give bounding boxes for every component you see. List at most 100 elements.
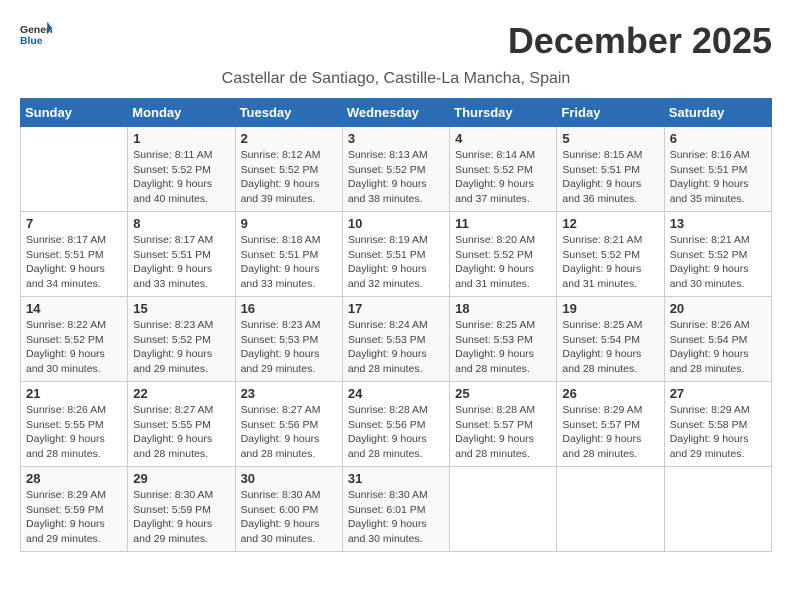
cell-info: Sunrise: 8:16 AM Sunset: 5:51 PM Dayligh…	[670, 148, 766, 207]
day-number: 11	[455, 216, 551, 231]
cell-info: Sunrise: 8:26 AM Sunset: 5:55 PM Dayligh…	[26, 403, 122, 462]
day-number: 6	[670, 131, 766, 146]
day-number: 15	[133, 301, 229, 316]
calendar-cell	[450, 467, 557, 552]
calendar-cell: 5 Sunrise: 8:15 AM Sunset: 5:51 PM Daylig…	[557, 127, 664, 212]
day-number: 27	[670, 386, 766, 401]
svg-text:Blue: Blue	[20, 36, 43, 47]
cell-info: Sunrise: 8:11 AM Sunset: 5:52 PM Dayligh…	[133, 148, 229, 207]
day-number: 2	[241, 131, 337, 146]
weekday-header-friday: Friday	[557, 99, 664, 127]
day-number: 4	[455, 131, 551, 146]
calendar-cell: 2 Sunrise: 8:12 AM Sunset: 5:52 PM Daylig…	[235, 127, 342, 212]
day-number: 8	[133, 216, 229, 231]
day-number: 31	[348, 471, 444, 486]
cell-info: Sunrise: 8:13 AM Sunset: 5:52 PM Dayligh…	[348, 148, 444, 207]
day-number: 12	[562, 216, 658, 231]
cell-info: Sunrise: 8:20 AM Sunset: 5:52 PM Dayligh…	[455, 233, 551, 292]
calendar-cell: 13 Sunrise: 8:21 AM Sunset: 5:52 PM Dayli…	[664, 212, 771, 297]
cell-info: Sunrise: 8:17 AM Sunset: 5:51 PM Dayligh…	[26, 233, 122, 292]
cell-info: Sunrise: 8:25 AM Sunset: 5:53 PM Dayligh…	[455, 318, 551, 377]
cell-info: Sunrise: 8:27 AM Sunset: 5:56 PM Dayligh…	[241, 403, 337, 462]
cell-info: Sunrise: 8:29 AM Sunset: 5:57 PM Dayligh…	[562, 403, 658, 462]
cell-info: Sunrise: 8:30 AM Sunset: 5:59 PM Dayligh…	[133, 488, 229, 547]
cell-info: Sunrise: 8:15 AM Sunset: 5:51 PM Dayligh…	[562, 148, 658, 207]
month-title: December 2025	[508, 20, 772, 62]
cell-info: Sunrise: 8:21 AM Sunset: 5:52 PM Dayligh…	[562, 233, 658, 292]
day-number: 26	[562, 386, 658, 401]
cell-info: Sunrise: 8:23 AM Sunset: 5:53 PM Dayligh…	[241, 318, 337, 377]
cell-info: Sunrise: 8:28 AM Sunset: 5:56 PM Dayligh…	[348, 403, 444, 462]
cell-info: Sunrise: 8:24 AM Sunset: 5:53 PM Dayligh…	[348, 318, 444, 377]
day-number: 20	[670, 301, 766, 316]
day-number: 5	[562, 131, 658, 146]
calendar-cell: 16 Sunrise: 8:23 AM Sunset: 5:53 PM Dayli…	[235, 297, 342, 382]
general-blue-logo-icon: General Blue	[20, 20, 52, 48]
logo: General Blue	[20, 20, 56, 48]
day-number: 18	[455, 301, 551, 316]
day-number: 17	[348, 301, 444, 316]
day-number: 29	[133, 471, 229, 486]
calendar-cell: 19Sunrise: 8:25 AM Sunset: 5:54 PM Dayli…	[557, 297, 664, 382]
weekday-header-thursday: Thursday	[450, 99, 557, 127]
cell-info: Sunrise: 8:25 AM Sunset: 5:54 PM Dayligh…	[562, 318, 658, 377]
weekday-header-monday: Monday	[128, 99, 235, 127]
day-number: 9	[241, 216, 337, 231]
day-number: 7	[26, 216, 122, 231]
weekday-header-sunday: Sunday	[21, 99, 128, 127]
cell-info: Sunrise: 8:18 AM Sunset: 5:51 PM Dayligh…	[241, 233, 337, 292]
cell-info: Sunrise: 8:23 AM Sunset: 5:52 PM Dayligh…	[133, 318, 229, 377]
weekday-header-tuesday: Tuesday	[235, 99, 342, 127]
day-number: 24	[348, 386, 444, 401]
cell-info: Sunrise: 8:27 AM Sunset: 5:55 PM Dayligh…	[133, 403, 229, 462]
day-number: 14	[26, 301, 122, 316]
calendar-cell: 12 Sunrise: 8:21 AM Sunset: 5:52 PM Dayli…	[557, 212, 664, 297]
cell-info: Sunrise: 8:29 AM Sunset: 5:59 PM Dayligh…	[26, 488, 122, 547]
cell-info: Sunrise: 8:12 AM Sunset: 5:52 PM Dayligh…	[241, 148, 337, 207]
calendar-cell: 9 Sunrise: 8:18 AM Sunset: 5:51 PM Daylig…	[235, 212, 342, 297]
day-number: 1	[133, 131, 229, 146]
day-number: 28	[26, 471, 122, 486]
day-number: 23	[241, 386, 337, 401]
calendar-cell: 8 Sunrise: 8:17 AM Sunset: 5:51 PM Daylig…	[128, 212, 235, 297]
day-number: 16	[241, 301, 337, 316]
cell-info: Sunrise: 8:30 AM Sunset: 6:01 PM Dayligh…	[348, 488, 444, 547]
location-title: Castellar de Santiago, Castille-La Manch…	[20, 70, 772, 88]
calendar-cell: 1 Sunrise: 8:11 AM Sunset: 5:52 PM Daylig…	[128, 127, 235, 212]
calendar-cell: 4 Sunrise: 8:14 AM Sunset: 5:52 PM Daylig…	[450, 127, 557, 212]
day-number: 13	[670, 216, 766, 231]
calendar-cell: 14 Sunrise: 8:22 AM Sunset: 5:52 PM Dayli…	[21, 297, 128, 382]
calendar-cell: 6 Sunrise: 8:16 AM Sunset: 5:51 PM Daylig…	[664, 127, 771, 212]
calendar-cell: 11 Sunrise: 8:20 AM Sunset: 5:52 PM Dayli…	[450, 212, 557, 297]
weekday-header-saturday: Saturday	[664, 99, 771, 127]
calendar-cell: 25Sunrise: 8:28 AM Sunset: 5:57 PM Dayli…	[450, 382, 557, 467]
day-number: 10	[348, 216, 444, 231]
day-number: 22	[133, 386, 229, 401]
cell-info: Sunrise: 8:26 AM Sunset: 5:54 PM Dayligh…	[670, 318, 766, 377]
calendar-cell: 20 Sunrise: 8:26 AM Sunset: 5:54 PM Dayli…	[664, 297, 771, 382]
calendar-cell: 23 Sunrise: 8:27 AM Sunset: 5:56 PM Dayli…	[235, 382, 342, 467]
cell-info: Sunrise: 8:29 AM Sunset: 5:58 PM Dayligh…	[670, 403, 766, 462]
cell-info: Sunrise: 8:28 AM Sunset: 5:57 PM Dayligh…	[455, 403, 551, 462]
calendar-cell: 17 Sunrise: 8:24 AM Sunset: 5:53 PM Dayli…	[342, 297, 449, 382]
calendar-cell: 30Sunrise: 8:30 AM Sunset: 6:00 PM Dayli…	[235, 467, 342, 552]
calendar-cell	[557, 467, 664, 552]
cell-info: Sunrise: 8:17 AM Sunset: 5:51 PM Dayligh…	[133, 233, 229, 292]
cell-info: Sunrise: 8:19 AM Sunset: 5:51 PM Dayligh…	[348, 233, 444, 292]
weekday-header-wednesday: Wednesday	[342, 99, 449, 127]
calendar-cell: 3 Sunrise: 8:13 AM Sunset: 5:52 PM Daylig…	[342, 127, 449, 212]
calendar-cell: 21Sunrise: 8:26 AM Sunset: 5:55 PM Dayli…	[21, 382, 128, 467]
calendar-cell: 7 Sunrise: 8:17 AM Sunset: 5:51 PM Daylig…	[21, 212, 128, 297]
day-number: 3	[348, 131, 444, 146]
calendar-cell: 28 Sunrise: 8:29 AM Sunset: 5:59 PM Dayli…	[21, 467, 128, 552]
cell-info: Sunrise: 8:14 AM Sunset: 5:52 PM Dayligh…	[455, 148, 551, 207]
calendar-cell: 22 Sunrise: 8:27 AM Sunset: 5:55 PM Dayli…	[128, 382, 235, 467]
calendar-cell: 15 Sunrise: 8:23 AM Sunset: 5:52 PM Dayli…	[128, 297, 235, 382]
cell-info: Sunrise: 8:22 AM Sunset: 5:52 PM Dayligh…	[26, 318, 122, 377]
calendar-cell: 26 Sunrise: 8:29 AM Sunset: 5:57 PM Dayli…	[557, 382, 664, 467]
day-number: 30	[241, 471, 337, 486]
cell-info: Sunrise: 8:21 AM Sunset: 5:52 PM Dayligh…	[670, 233, 766, 292]
calendar-cell: 27 Sunrise: 8:29 AM Sunset: 5:58 PM Dayli…	[664, 382, 771, 467]
calendar-cell: 29 Sunrise: 8:30 AM Sunset: 5:59 PM Dayli…	[128, 467, 235, 552]
calendar-cell: 18 Sunrise: 8:25 AM Sunset: 5:53 PM Dayli…	[450, 297, 557, 382]
